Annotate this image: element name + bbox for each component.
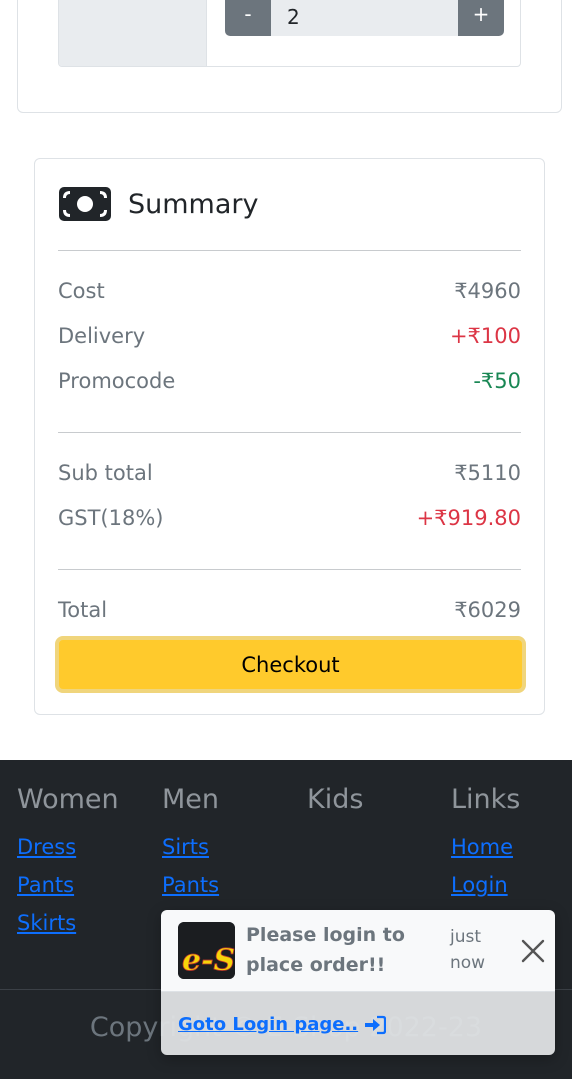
cost-row: Cost ₹4960 [58, 279, 521, 303]
total-row: Total ₹6029 [58, 598, 521, 622]
footer-heading: Men [162, 784, 220, 815]
quantity-stepper: - 2 + [225, 0, 504, 36]
close-icon[interactable] [518, 936, 548, 966]
footer-link-home[interactable]: Home [451, 828, 520, 866]
summary-header: Summary [59, 187, 258, 221]
subtotal-row: Sub total ₹5110 [58, 461, 521, 485]
divider [58, 432, 521, 433]
footer-link-shirts[interactable]: Sirts [162, 828, 219, 866]
summary-title: Summary [128, 188, 259, 220]
quantity-row: - 2 + [58, 0, 521, 67]
money-bill-icon [59, 187, 111, 221]
footer-column-women: Women Dress Pants Skirts [17, 784, 119, 942]
footer-link-dress[interactable]: Dress [17, 828, 119, 866]
subtotal-label: Sub total [58, 461, 153, 485]
divider [58, 250, 521, 251]
cost-value: ₹4960 [454, 279, 521, 303]
footer-heading: Links [451, 784, 521, 815]
order-summary-card: Summary Cost ₹4960 Delivery +₹100 Promoc… [34, 158, 545, 715]
footer-link-login[interactable]: Login [451, 866, 520, 904]
total-value: ₹6029 [454, 598, 521, 622]
footer-column-men: Men Sirts Pants [162, 784, 219, 904]
toast-header: e-S Please login to place order!! just n… [161, 910, 555, 992]
footer-column-kids: Kids [307, 784, 363, 828]
subtotal-value: ₹5110 [454, 461, 521, 485]
footer-link-pants[interactable]: Pants [162, 866, 219, 904]
promocode-row: Promocode -₹50 [58, 369, 521, 393]
delivery-label: Delivery [58, 324, 146, 348]
eshop-logo: e-S [178, 922, 235, 979]
increase-quantity-button[interactable]: + [458, 0, 504, 36]
promocode-value: -₹50 [473, 369, 521, 393]
promocode-label: Promocode [58, 369, 176, 393]
goto-login-label: Goto Login page.. [178, 1014, 359, 1035]
gst-row: GST(18%) +₹919.80 [58, 506, 521, 530]
footer-link-skirts[interactable]: Skirts [17, 904, 119, 942]
cart-item-card: - 2 + [17, 0, 562, 113]
login-toast: e-S Please login to place order!! just n… [161, 910, 555, 1055]
footer-heading: Women [17, 784, 119, 815]
checkout-button[interactable]: Checkout [55, 636, 526, 693]
delivery-value: +₹100 [449, 324, 521, 348]
delivery-row: Delivery +₹100 [58, 324, 521, 348]
footer-link-pants[interactable]: Pants [17, 866, 119, 904]
quantity-input[interactable]: 2 [271, 0, 458, 36]
goto-login-link[interactable]: Goto Login page.. [178, 1014, 387, 1035]
login-icon [365, 1015, 387, 1034]
divider [58, 569, 521, 570]
cost-label: Cost [58, 279, 105, 303]
gst-label: GST(18%) [58, 506, 164, 530]
toast-message: Please login to place order!! [246, 924, 405, 976]
footer-column-links: Links Home Login [451, 784, 520, 904]
toast-timestamp: just now [450, 927, 486, 973]
decrease-quantity-button[interactable]: - [225, 0, 271, 36]
total-label: Total [58, 598, 108, 622]
toast-body: Goto Login page.. [161, 992, 555, 1055]
footer-heading: Kids [307, 784, 364, 815]
gst-value: +₹919.80 [416, 506, 521, 530]
logo-letter-e: e-S [182, 943, 235, 978]
quantity-label-cell [59, 0, 207, 66]
